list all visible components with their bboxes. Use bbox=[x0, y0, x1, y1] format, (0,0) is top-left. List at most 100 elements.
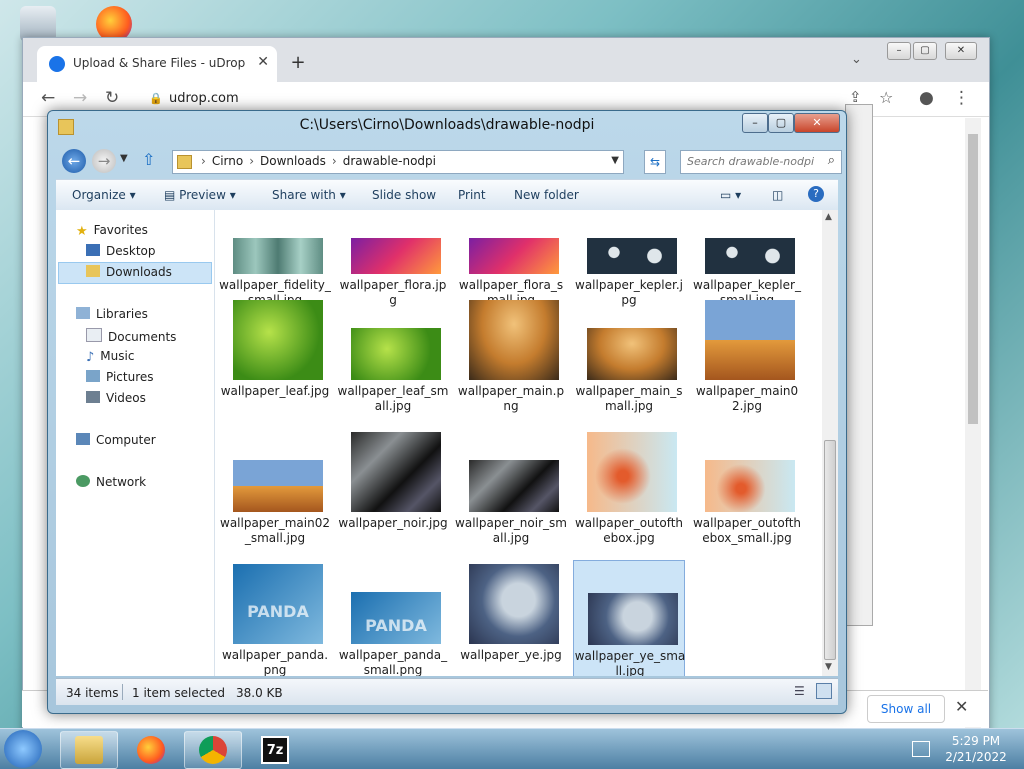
page-scrollbar-thumb[interactable] bbox=[968, 134, 978, 424]
file-tile[interactable]: wallpaper_ye.jpg bbox=[455, 560, 567, 676]
selected-size: 38.0 KB bbox=[236, 686, 283, 700]
breadcrumb-drawable-nodpi[interactable]: drawable-nodpi bbox=[343, 154, 436, 168]
taskbar-explorer[interactable] bbox=[60, 731, 118, 769]
nav-libraries[interactable]: Libraries bbox=[76, 307, 148, 321]
explorer-window: C:\Users\Cirno\Downloads\drawable-nodpi … bbox=[47, 110, 847, 714]
address-bar[interactable]: › Cirno › Downloads › drawable-nodpi ▼ bbox=[172, 150, 624, 174]
share-with-menu[interactable]: Share with ▾ bbox=[272, 188, 346, 202]
nav-computer[interactable]: Computer bbox=[76, 433, 156, 447]
firefox-icon bbox=[137, 736, 165, 764]
tab-search-chevron-icon[interactable]: ⌄ bbox=[851, 52, 862, 67]
file-tile[interactable]: wallpaper_noir_small.jpg bbox=[455, 428, 567, 556]
file-tile[interactable]: wallpaper_ye_small.jpg bbox=[573, 560, 685, 676]
back-arrow-icon[interactable]: ← bbox=[62, 149, 86, 173]
taskbar-7zip[interactable]: 7z bbox=[246, 731, 304, 769]
nav-libraries-label: Libraries bbox=[96, 307, 148, 321]
chrome-tab[interactable]: Upload & Share Files - uDrop ✕ bbox=[37, 46, 277, 82]
page-scrollbar[interactable] bbox=[965, 118, 981, 750]
address-dropdown-icon[interactable]: ▼ bbox=[611, 155, 619, 166]
music-icon: ♪ bbox=[86, 350, 95, 365]
breadcrumb-downloads[interactable]: Downloads bbox=[260, 154, 326, 168]
minimize-button[interactable]: – bbox=[887, 42, 911, 60]
profile-avatar-icon[interactable]: ● bbox=[919, 88, 934, 108]
change-view-icon[interactable]: ▭ ▾ bbox=[720, 188, 741, 202]
back-arrow-icon[interactable]: ← bbox=[41, 88, 55, 108]
file-thumbnail: PANDA bbox=[233, 564, 323, 644]
nav-network[interactable]: Network bbox=[76, 475, 146, 489]
chrome-menu-icon[interactable]: ⋮ bbox=[953, 88, 970, 108]
forward-arrow-icon[interactable]: → bbox=[92, 149, 116, 173]
scrollbar-thumb[interactable] bbox=[824, 440, 836, 660]
file-name: wallpaper_main02_small.jpg bbox=[220, 516, 330, 545]
lock-icon: 🔒 bbox=[149, 92, 163, 105]
network-tray-icon[interactable] bbox=[912, 741, 930, 757]
taskbar-chrome[interactable] bbox=[184, 731, 242, 769]
file-tile[interactable]: wallpaper_main02.jpg bbox=[691, 296, 803, 424]
show-all-button[interactable]: Show all bbox=[867, 695, 945, 723]
print-button[interactable]: Print bbox=[458, 188, 486, 202]
reload-icon[interactable]: ↻ bbox=[105, 88, 119, 108]
preview-menu[interactable]: ▤ Preview ▾ bbox=[164, 188, 236, 202]
help-icon[interactable]: ? bbox=[808, 186, 824, 202]
nav-videos[interactable]: Videos bbox=[86, 391, 146, 405]
file-tile[interactable]: wallpaper_leaf_small.jpg bbox=[337, 296, 449, 424]
download-bar-close-icon[interactable]: ✕ bbox=[955, 697, 968, 716]
file-tile[interactable]: wallpaper_noir.jpg bbox=[337, 428, 449, 556]
omnibox[interactable]: 🔒 udrop.com bbox=[133, 88, 893, 110]
organize-menu[interactable]: Organize ▾ bbox=[72, 188, 136, 202]
computer-icon bbox=[76, 433, 90, 445]
maximize-button[interactable]: ▢ bbox=[913, 42, 937, 60]
file-tile[interactable]: wallpaper_main.png bbox=[455, 296, 567, 424]
file-tile[interactable]: wallpaper_outofthebox.jpg bbox=[573, 428, 685, 556]
breadcrumb-cirno[interactable]: Cirno bbox=[212, 154, 243, 168]
new-tab-button[interactable]: + bbox=[285, 50, 311, 76]
search-input[interactable]: Search drawable-nodpi bbox=[687, 155, 814, 168]
breadcrumb: › Cirno › Downloads › drawable-nodpi bbox=[201, 154, 436, 168]
close-window-button[interactable]: ✕ bbox=[945, 42, 977, 60]
start-button[interactable] bbox=[4, 730, 42, 768]
file-grid-scrollbar[interactable]: ▲ ▼ bbox=[822, 210, 838, 676]
details-view-icon[interactable]: ☰ bbox=[794, 684, 805, 698]
7zip-icon: 7z bbox=[261, 736, 289, 764]
slide-show-button[interactable]: Slide show bbox=[372, 188, 436, 202]
nav-downloads[interactable]: Downloads bbox=[86, 265, 172, 279]
forward-arrow-icon[interactable]: → bbox=[73, 88, 87, 108]
file-tile[interactable]: wallpaper_main_small.jpg bbox=[573, 296, 685, 424]
scroll-down-icon[interactable]: ▼ bbox=[825, 662, 832, 672]
libraries-icon bbox=[76, 307, 90, 319]
scroll-up-icon[interactable]: ▲ bbox=[825, 212, 832, 222]
chrome-tabstrip: Upload & Share Files - uDrop ✕ + ⌄ – ▢ ✕ bbox=[23, 38, 989, 82]
file-tile[interactable]: wallpaper_main02_small.jpg bbox=[219, 428, 331, 556]
nav-music[interactable]: ♪ Music bbox=[86, 349, 134, 365]
refresh-icon[interactable]: ⇆ bbox=[644, 150, 666, 174]
recent-pages-chevron-icon[interactable]: ▼ bbox=[120, 153, 128, 164]
search-box[interactable]: Search drawable-nodpi ⌕ bbox=[680, 150, 842, 174]
explorer-close-button[interactable]: ✕ bbox=[794, 113, 840, 133]
clock[interactable]: 5:29 PM 2/21/2022 bbox=[936, 733, 1016, 765]
explorer-minimize-button[interactable]: – bbox=[742, 113, 768, 133]
file-tile[interactable]: wallpaper_leaf.jpg bbox=[219, 296, 331, 424]
large-icons-view-icon[interactable] bbox=[816, 683, 832, 699]
preview-pane-icon[interactable]: ◫ bbox=[772, 188, 783, 202]
udrop-favicon-icon bbox=[49, 56, 65, 72]
explorer-body: ★ Favorites Desktop Downloads Libraries D… bbox=[56, 210, 838, 676]
file-tile[interactable]: PANDA wallpaper_panda.png bbox=[219, 560, 331, 676]
file-name: wallpaper_ye.jpg bbox=[460, 648, 562, 662]
explorer-navigation-bar: ← → ▼ ⇧ › Cirno › Downloads › drawable-nodpi … bbox=[56, 147, 842, 177]
nav-desktop[interactable]: Desktop bbox=[86, 244, 156, 258]
file-name: wallpaper_ye_small.jpg bbox=[574, 649, 686, 676]
new-folder-button[interactable]: New folder bbox=[514, 188, 579, 202]
tab-close-icon[interactable]: ✕ bbox=[257, 54, 269, 70]
up-arrow-icon[interactable]: ⇧ bbox=[142, 150, 155, 169]
nav-pictures[interactable]: Pictures bbox=[86, 370, 154, 384]
nav-computer-label: Computer bbox=[96, 433, 156, 447]
item-count: 34 items bbox=[66, 686, 119, 700]
taskbar-firefox[interactable] bbox=[122, 731, 180, 769]
nav-documents[interactable]: Documents bbox=[86, 328, 176, 344]
file-name: wallpaper_panda.png bbox=[221, 648, 329, 676]
explorer-maximize-button[interactable]: ▢ bbox=[768, 113, 794, 133]
file-tile[interactable]: PANDA wallpaper_panda_small.png bbox=[337, 560, 449, 676]
file-name: wallpaper_noir.jpg bbox=[338, 516, 448, 530]
nav-favorites[interactable]: ★ Favorites bbox=[76, 223, 148, 239]
file-tile[interactable]: wallpaper_outofthebox_small.jpg bbox=[691, 428, 803, 556]
